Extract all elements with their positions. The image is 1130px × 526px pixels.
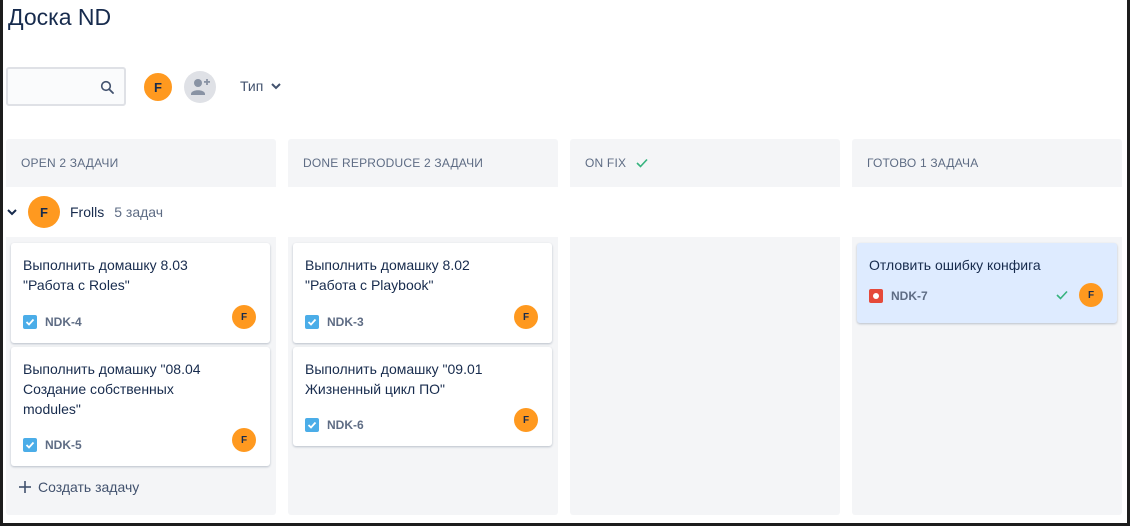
task-checkbox-icon: [23, 315, 37, 329]
column-on-fix: [570, 237, 840, 515]
search-icon: [100, 80, 114, 94]
column-title: DONE REPRODUCE 2 ЗАДАЧИ: [303, 156, 484, 170]
task-checkbox-icon: [305, 315, 319, 329]
add-user-icon: [191, 79, 210, 95]
user-avatar[interactable]: F: [142, 71, 174, 103]
column-title: OPEN 2 ЗАДАЧИ: [21, 156, 119, 170]
swimlane-count: 5 задач: [114, 204, 164, 220]
column-title: ON FIX: [585, 156, 627, 170]
column-done: Отловить ошибку конфига NDK-7 F: [852, 237, 1122, 515]
add-user-button[interactable]: [184, 71, 216, 103]
chevron-down-icon[interactable]: [6, 206, 18, 218]
assignee-avatar[interactable]: F: [232, 428, 256, 452]
search-input[interactable]: [6, 67, 126, 106]
issue-key[interactable]: NDK-5: [45, 438, 82, 452]
card-meta: NDK-3: [305, 315, 364, 329]
task-checkbox-icon: [305, 418, 319, 432]
page-title: Доска ND: [8, 4, 112, 30]
column-title: ГОТОВО 1 ЗАДАЧА: [867, 156, 979, 170]
card-title: Выполнить домашку 8.03 "Работа с Roles": [23, 257, 188, 293]
type-filter-dropdown[interactable]: Тип: [240, 78, 282, 94]
issue-card[interactable]: Отловить ошибку конфига NDK-7 F: [857, 243, 1117, 323]
card-title: Выполнить домашку "09.01 Жизненный цикл …: [305, 361, 483, 397]
assignee-avatar[interactable]: F: [514, 305, 538, 329]
column-header-done: ГОТОВО 1 ЗАДАЧА: [852, 139, 1122, 187]
avatar: F: [28, 196, 60, 228]
bug-icon: [869, 289, 883, 303]
card-meta: NDK-6: [305, 418, 364, 432]
create-issue-button[interactable]: Создать задачу: [18, 479, 139, 495]
assignee-avatar[interactable]: F: [232, 305, 256, 329]
issue-key[interactable]: NDK-6: [327, 418, 364, 432]
card-meta: NDK-5: [23, 438, 82, 452]
column-done-reproduce: Выполнить домашку 8.02 "Работа с Playboo…: [288, 237, 558, 515]
type-filter-label: Тип: [240, 78, 264, 94]
swimlane-header[interactable]: F Frolls 5 задач: [6, 196, 163, 228]
issue-key[interactable]: NDK-7: [891, 289, 928, 303]
issue-card[interactable]: Выполнить домашку 8.03 "Работа с Roles" …: [11, 243, 270, 343]
task-checkbox-icon: [23, 438, 37, 452]
card-meta: NDK-4: [23, 315, 82, 329]
card-title: Выполнить домашку 8.02 "Работа с Playboo…: [305, 257, 470, 293]
chevron-down-icon: [271, 83, 282, 90]
column-header-done-reproduce: DONE REPRODUCE 2 ЗАДАЧИ: [288, 139, 558, 187]
issue-card[interactable]: Выполнить домашку "08.04 Создание собств…: [11, 347, 270, 466]
check-icon: [1056, 290, 1068, 300]
assignee-avatar[interactable]: F: [514, 408, 538, 432]
card-meta: NDK-7: [869, 289, 928, 303]
swimlane-name: Frolls: [70, 204, 105, 220]
check-icon: [636, 158, 648, 168]
column-header-on-fix: ON FIX: [570, 139, 840, 187]
assignee-avatar[interactable]: F: [1079, 283, 1103, 307]
issue-card[interactable]: Выполнить домашку "09.01 Жизненный цикл …: [293, 347, 552, 446]
card-title: Выполнить домашку "08.04 Создание собств…: [23, 361, 201, 417]
plus-icon: [19, 481, 31, 493]
create-issue-label: Создать задачу: [38, 479, 140, 495]
issue-key[interactable]: NDK-4: [45, 315, 82, 329]
card-title: Отловить ошибку конфига: [869, 257, 1041, 273]
column-open: Выполнить домашку 8.03 "Работа с Roles" …: [6, 237, 276, 515]
issue-card[interactable]: Выполнить домашку 8.02 "Работа с Playboo…: [293, 243, 552, 343]
column-header-open: OPEN 2 ЗАДАЧИ: [6, 139, 276, 187]
issue-key[interactable]: NDK-3: [327, 315, 364, 329]
